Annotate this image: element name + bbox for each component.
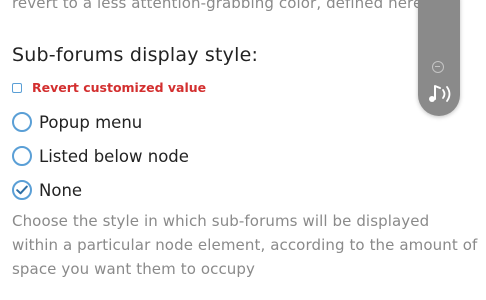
previous-option-description: revert to a less attention-grabbing colo… bbox=[12, 0, 423, 12]
option-help-text: Choose the style in which sub-forums wil… bbox=[12, 212, 478, 278]
checkbox-icon[interactable] bbox=[12, 82, 22, 93]
radio-none[interactable]: None bbox=[12, 180, 82, 200]
revert-customized-checkbox[interactable]: Revert customized value bbox=[12, 80, 206, 95]
radio-popup-menu[interactable]: Popup menu bbox=[12, 112, 142, 132]
radio-label: Listed below node bbox=[39, 146, 189, 166]
radio-label: Popup menu bbox=[39, 112, 143, 132]
minus-circle-icon[interactable] bbox=[432, 61, 444, 73]
radio-button-icon[interactable] bbox=[12, 112, 32, 132]
radio-label: None bbox=[39, 180, 83, 200]
page: revert to a less attention-grabbing colo… bbox=[0, 0, 486, 300]
revert-label: Revert customized value bbox=[32, 80, 207, 95]
music-note-icon[interactable] bbox=[426, 81, 454, 105]
floating-media-panel[interactable] bbox=[418, 0, 460, 116]
checkmark-icon bbox=[16, 185, 28, 195]
radio-button-icon[interactable] bbox=[12, 146, 32, 166]
radio-listed-below-node[interactable]: Listed below node bbox=[12, 146, 189, 166]
radio-checked-icon[interactable] bbox=[12, 180, 32, 200]
section-title: Sub-forums display style: bbox=[12, 44, 259, 66]
